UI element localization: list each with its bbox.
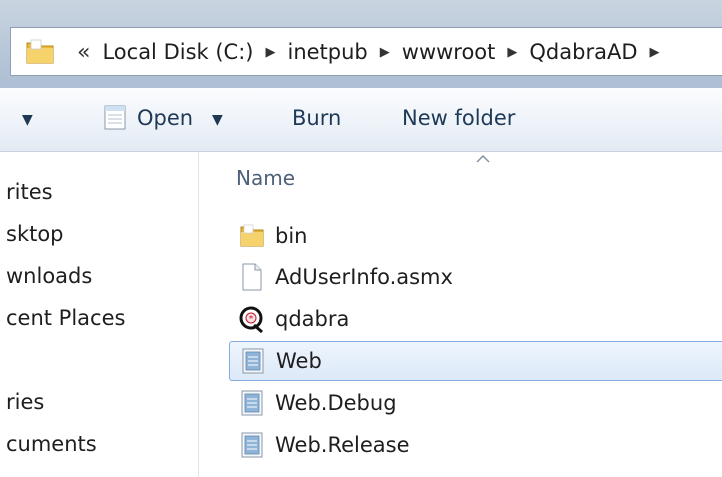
- qdabra-logo-icon: *: [237, 304, 267, 334]
- file-row-qdabra[interactable]: * qdabra: [229, 299, 722, 339]
- breadcrumb-separator-icon[interactable]: ▶: [650, 45, 660, 60]
- address-bar-region: « Local Disk (C:) ▶ inetpub ▶ wwwroot ▶ …: [0, 0, 722, 88]
- address-bar[interactable]: « Local Disk (C:) ▶ inetpub ▶ wwwroot ▶ …: [10, 27, 722, 76]
- blank-file-icon: [237, 262, 267, 292]
- breadcrumb-separator-icon[interactable]: ▶: [507, 45, 517, 60]
- breadcrumb-overflow-button[interactable]: «: [77, 40, 90, 65]
- document-icon: [102, 103, 128, 135]
- svg-text:*: *: [249, 315, 254, 325]
- file-name: Web: [276, 349, 322, 373]
- file-name: Web.Release: [275, 433, 410, 457]
- file-row-bin[interactable]: bin: [229, 216, 722, 256]
- nav-item-documents[interactable]: cuments: [6, 432, 194, 456]
- breadcrumb-separator-icon[interactable]: ▶: [380, 45, 390, 60]
- organize-dropdown-arrow-icon[interactable]: ▼: [22, 112, 33, 128]
- config-file-icon: [238, 346, 268, 376]
- folder-icon: [25, 39, 55, 69]
- file-name: AdUserInfo.asmx: [275, 265, 453, 289]
- folder-icon: [237, 221, 267, 251]
- burn-button[interactable]: Burn: [292, 106, 341, 130]
- file-row-aduserinfo[interactable]: AdUserInfo.asmx: [229, 257, 722, 297]
- command-toolbar: ▼ Open ▼ Burn New folder: [0, 88, 722, 152]
- breadcrumb-qdabraad[interactable]: QdabraAD: [529, 40, 637, 64]
- nav-item-desktop[interactable]: sktop: [6, 222, 194, 246]
- navigation-pane: rites sktop wnloads cent Places ries cum…: [0, 152, 199, 477]
- file-row-web-debug[interactable]: Web.Debug: [229, 383, 722, 423]
- file-name: Web.Debug: [275, 391, 397, 415]
- nav-item-recent-places[interactable]: cent Places: [6, 306, 194, 330]
- breadcrumb-local-disk[interactable]: Local Disk (C:): [102, 40, 253, 64]
- file-name: bin: [275, 224, 308, 248]
- sort-ascending-icon: [476, 148, 490, 167]
- breadcrumb-separator-icon[interactable]: ▶: [265, 45, 275, 60]
- breadcrumb-inetpub[interactable]: inetpub: [287, 40, 367, 64]
- breadcrumb-wwwroot[interactable]: wwwroot: [402, 40, 496, 64]
- nav-item-favorites[interactable]: rites: [6, 180, 194, 204]
- nav-item-libraries[interactable]: ries: [6, 390, 194, 414]
- file-name: qdabra: [275, 307, 350, 331]
- config-file-icon: [237, 388, 267, 418]
- nav-item-downloads[interactable]: wnloads: [6, 264, 194, 288]
- file-row-web[interactable]: Web: [229, 341, 722, 381]
- open-dropdown-arrow-icon[interactable]: ▼: [212, 112, 223, 128]
- new-folder-button[interactable]: New folder: [402, 106, 515, 130]
- config-file-icon: [237, 430, 267, 460]
- breadcrumb: « Local Disk (C:) ▶ inetpub ▶ wwwroot ▶ …: [77, 38, 672, 66]
- column-header-name[interactable]: Name: [236, 166, 295, 190]
- open-button[interactable]: Open: [137, 106, 193, 130]
- file-row-web-release[interactable]: Web.Release: [229, 425, 722, 465]
